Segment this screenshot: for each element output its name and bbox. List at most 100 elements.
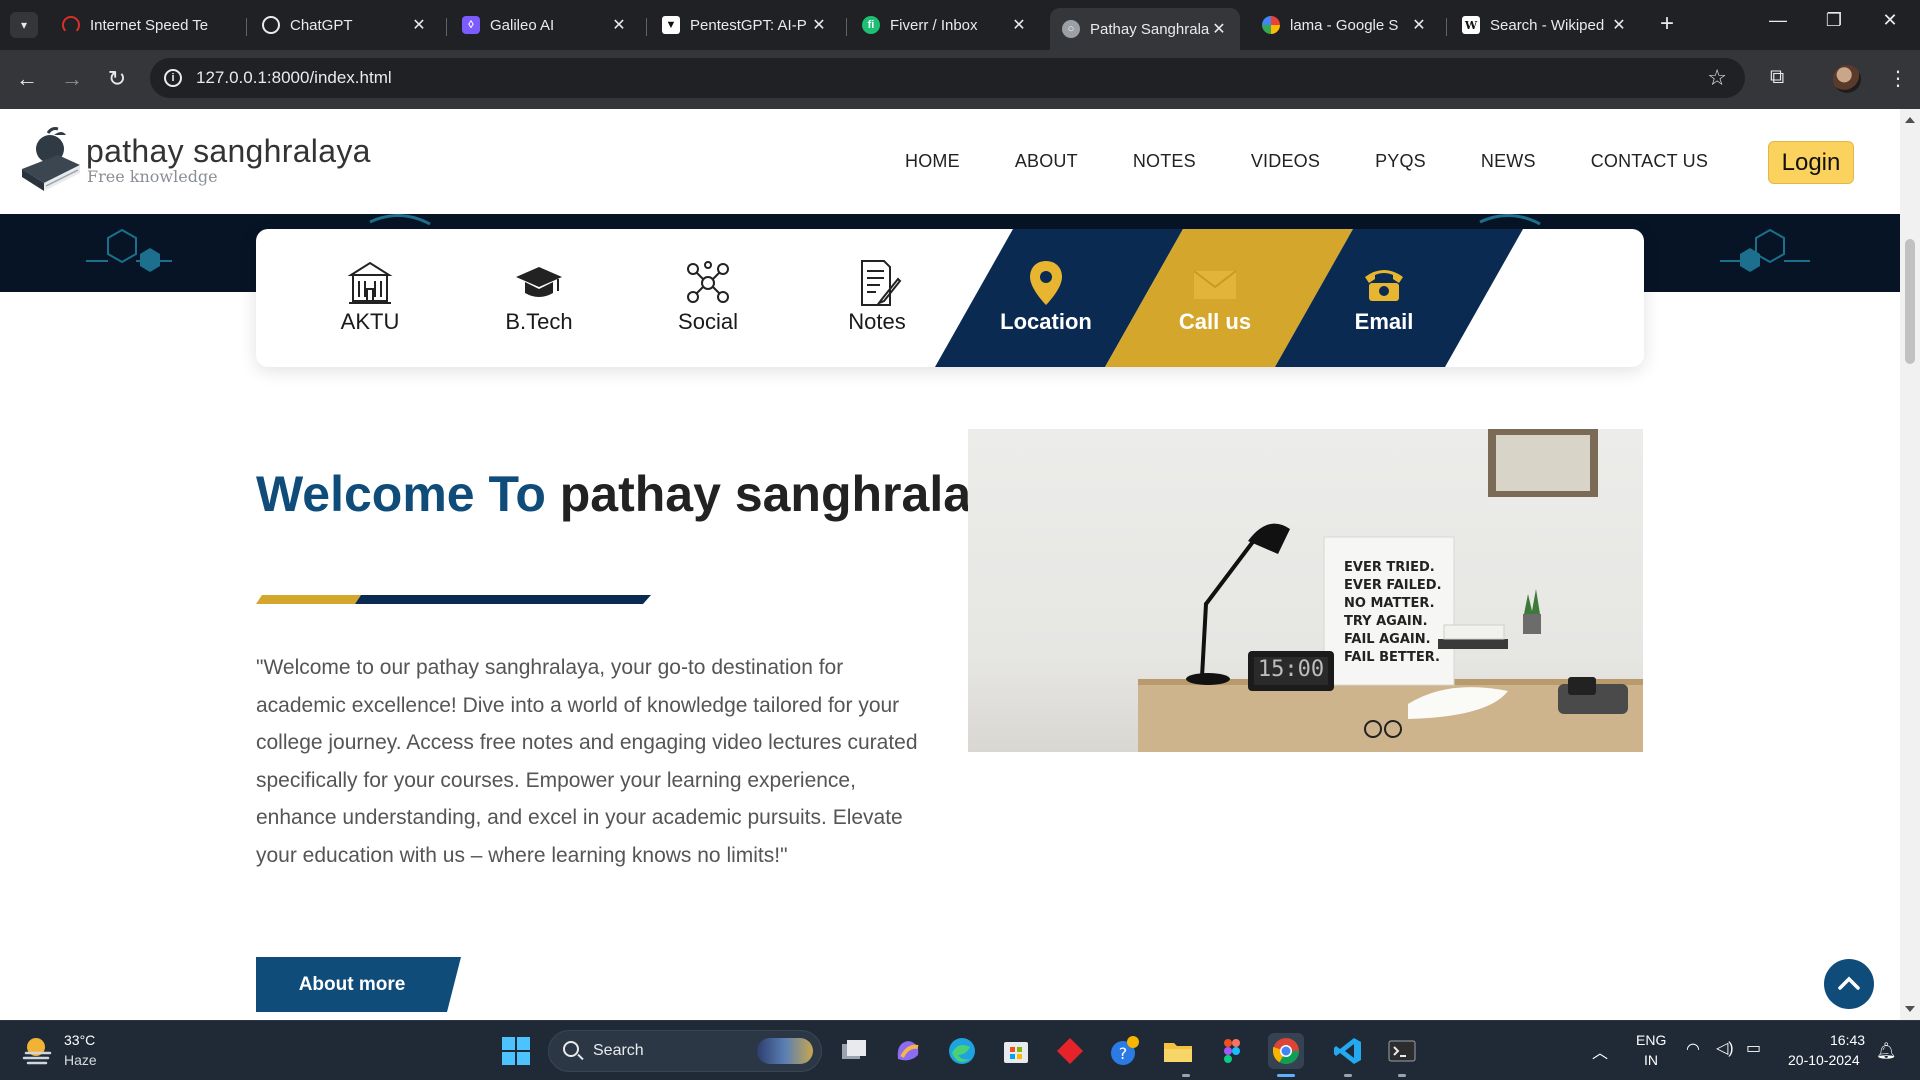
tab-fiverr[interactable]: fi Fiverr / Inbox ✕ bbox=[850, 8, 1040, 42]
about-more-button[interactable]: About more bbox=[256, 957, 461, 1012]
tab-internet-speed[interactable]: Internet Speed Te bbox=[50, 8, 240, 42]
site-info-icon[interactable]: i bbox=[164, 69, 182, 87]
close-tab-icon[interactable]: ✕ bbox=[1210, 19, 1228, 39]
chrome-icon[interactable] bbox=[1268, 1033, 1304, 1069]
show-hidden-icons-chevron-icon[interactable]: ︿ bbox=[1592, 1039, 1608, 1063]
volume-icon[interactable]: ◁) bbox=[1716, 1038, 1734, 1058]
close-window-button[interactable]: ✕ bbox=[1870, 10, 1910, 31]
welcome-heading: Welcome To pathay sanghralaya bbox=[256, 464, 1027, 524]
strip-item-label: AKTU bbox=[340, 309, 400, 334]
back-button[interactable]: ← bbox=[12, 64, 42, 94]
tab-search-button[interactable]: ▾ bbox=[10, 12, 38, 38]
wifi-icon[interactable]: ◠ bbox=[1686, 1039, 1700, 1059]
weather-condition[interactable]: Haze bbox=[64, 1052, 97, 1068]
haze-weather-icon[interactable] bbox=[22, 1035, 54, 1065]
strip-item-notes[interactable]: Notes bbox=[792, 229, 962, 367]
profile-avatar[interactable] bbox=[1833, 65, 1861, 93]
quick-links-strip: AKTU B.Tech Social Notes Location Call u… bbox=[256, 229, 1644, 367]
nav-news[interactable]: NEWS bbox=[1481, 151, 1536, 172]
tab-title: Galileo AI bbox=[490, 16, 555, 34]
tab-galileo[interactable]: ◊ Galileo AI ✕ bbox=[450, 8, 640, 42]
login-button[interactable]: Login bbox=[1768, 141, 1854, 184]
scrollbar-thumb[interactable] bbox=[1905, 239, 1915, 364]
tab-title: PentestGPT: AI-P bbox=[690, 16, 807, 34]
forward-button[interactable]: → bbox=[57, 64, 87, 94]
note-line: FAIL AGAIN. bbox=[1344, 632, 1431, 647]
tab-pentestgpt[interactable]: ▼ PentestGPT: AI-P ✕ bbox=[650, 8, 840, 42]
microsoft-store-icon[interactable] bbox=[998, 1033, 1034, 1069]
web-page: pathay sanghralaya Free knowledge HOME A… bbox=[0, 109, 1900, 1020]
strip-item-call-us[interactable]: Call us bbox=[1130, 229, 1300, 367]
browser-tab-strip: ▾ Internet Speed Te ChatGPT ✕ ◊ Galileo … bbox=[0, 0, 1920, 50]
tab-pathay-sanghralaya[interactable]: ○ Pathay Sanghrala ✕ bbox=[1050, 8, 1240, 50]
main-nav: HOME ABOUT NOTES VIDEOS PYQS NEWS CONTAC… bbox=[905, 151, 1763, 172]
file-explorer-icon[interactable] bbox=[1160, 1033, 1196, 1069]
notification-bell-icon[interactable]: 🔔︎ bbox=[1876, 1041, 1896, 1061]
edge-browser-icon[interactable] bbox=[944, 1033, 980, 1069]
brand-name[interactable]: pathay sanghralaya bbox=[86, 133, 371, 170]
language-indicator-bottom[interactable]: IN bbox=[1644, 1052, 1658, 1068]
welcome-paragraph: "Welcome to our pathay sanghralaya, your… bbox=[256, 656, 918, 867]
scroll-to-top-button[interactable] bbox=[1824, 959, 1874, 1009]
scroll-down-arrow-icon[interactable] bbox=[1905, 1006, 1915, 1012]
scroll-up-arrow-icon[interactable] bbox=[1905, 117, 1915, 123]
restore-button[interactable]: ❐ bbox=[1814, 10, 1854, 31]
strip-item-location[interactable]: Location bbox=[961, 229, 1131, 367]
copilot-icon[interactable] bbox=[890, 1033, 926, 1069]
close-tab-icon[interactable]: ✕ bbox=[1610, 15, 1628, 35]
nav-contact-us[interactable]: CONTACT US bbox=[1591, 151, 1708, 172]
desk-lamp-photo: EVER TRIED. EVER FAILED. NO MATTER. TRY … bbox=[968, 429, 1643, 752]
red-diamond-app-icon[interactable] bbox=[1052, 1033, 1088, 1069]
book-apple-logo-icon[interactable] bbox=[18, 125, 84, 195]
tab-google-search[interactable]: lama - Google S ✕ bbox=[1250, 8, 1440, 42]
help-app-icon[interactable]: ? bbox=[1106, 1033, 1142, 1069]
nav-notes[interactable]: NOTES bbox=[1133, 151, 1196, 172]
about-more-label: About more bbox=[298, 974, 406, 995]
nav-home[interactable]: HOME bbox=[905, 151, 960, 172]
chevron-up-icon bbox=[1838, 976, 1860, 990]
tab-wikipedia[interactable]: W Search - Wikiped ✕ bbox=[1450, 8, 1640, 42]
close-tab-icon[interactable]: ✕ bbox=[1010, 15, 1028, 35]
taskbar-search-box[interactable]: Search bbox=[548, 1030, 822, 1072]
strip-item-aktu[interactable]: AKTU bbox=[285, 229, 455, 367]
close-tab-icon[interactable]: ✕ bbox=[1410, 15, 1428, 35]
strip-item-label: Location bbox=[1000, 309, 1092, 334]
browser-menu-icon[interactable]: ⋮ bbox=[1888, 66, 1908, 91]
clock-date[interactable]: 20-10-2024 bbox=[1788, 1052, 1860, 1068]
nav-videos[interactable]: VIDEOS bbox=[1251, 151, 1320, 172]
taskbar-search-label: Search bbox=[593, 1042, 644, 1059]
close-tab-icon[interactable]: ✕ bbox=[410, 15, 428, 35]
strip-item-social[interactable]: Social bbox=[623, 229, 793, 367]
figma-icon[interactable] bbox=[1214, 1033, 1250, 1069]
nav-pyqs[interactable]: PYQS bbox=[1375, 151, 1426, 172]
bookmark-star-icon[interactable]: ☆ bbox=[1707, 65, 1727, 91]
nav-about[interactable]: ABOUT bbox=[1015, 151, 1078, 172]
windows-start-icon[interactable] bbox=[502, 1037, 530, 1065]
new-tab-button[interactable]: + bbox=[1652, 10, 1682, 38]
address-bar[interactable]: i 127.0.0.1:8000/index.html ☆ bbox=[150, 58, 1745, 98]
browser-toolbar: ← → ↻ i 127.0.0.1:8000/index.html ☆ ⧉ ⋮ bbox=[0, 50, 1920, 109]
terminal-icon[interactable] bbox=[1384, 1033, 1420, 1069]
page-scrollbar[interactable] bbox=[1900, 109, 1920, 1020]
extensions-puzzle-icon[interactable]: ⧉ bbox=[1770, 66, 1784, 89]
close-tab-icon[interactable]: ✕ bbox=[610, 15, 628, 35]
windows-taskbar: 33°C Haze Search ? ︿ ENG IN ◠ ◁) ▭ 16:43… bbox=[0, 1020, 1920, 1080]
reload-button[interactable]: ↻ bbox=[102, 64, 132, 94]
tab-title: Fiverr / Inbox bbox=[890, 16, 978, 34]
close-tab-icon[interactable]: ✕ bbox=[810, 15, 828, 35]
svg-text:?: ? bbox=[1119, 1044, 1128, 1063]
minimize-button[interactable]: — bbox=[1758, 10, 1798, 31]
tab-chatgpt[interactable]: ChatGPT ✕ bbox=[250, 8, 440, 42]
task-view-icon[interactable] bbox=[836, 1033, 872, 1069]
strip-item-btech[interactable]: B.Tech bbox=[454, 229, 624, 367]
language-indicator-top[interactable]: ENG bbox=[1636, 1032, 1666, 1048]
vscode-icon[interactable] bbox=[1330, 1033, 1366, 1069]
note-line: EVER FAILED. bbox=[1344, 578, 1442, 593]
globe-favicon-icon: ○ bbox=[1062, 20, 1080, 38]
weather-temperature[interactable]: 33°C bbox=[64, 1032, 95, 1048]
note-line: TRY AGAIN. bbox=[1344, 614, 1428, 629]
strip-item-email[interactable]: Email bbox=[1299, 229, 1469, 367]
battery-icon[interactable]: ▭ bbox=[1746, 1038, 1761, 1058]
clock-time[interactable]: 16:43 bbox=[1830, 1032, 1865, 1048]
url-text[interactable]: 127.0.0.1:8000/index.html bbox=[196, 68, 392, 88]
